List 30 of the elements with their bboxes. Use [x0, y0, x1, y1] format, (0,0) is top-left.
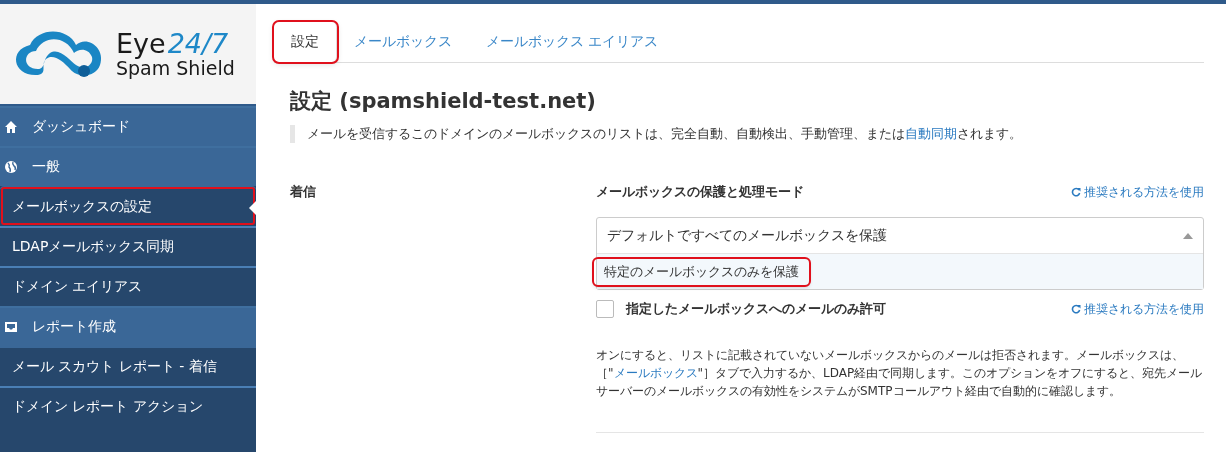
reset-link[interactable]: 推奨される方法を使用: [1071, 183, 1204, 201]
checkbox-label: 指定したメールボックスへのメールのみ許可: [626, 300, 887, 318]
caret-up-icon: [1183, 232, 1193, 239]
home-icon: [4, 120, 18, 134]
section-label: 着信: [290, 184, 316, 199]
select-value: デフォルトですべてのメールボックスを保護: [607, 226, 887, 245]
inbox-icon: [4, 320, 18, 334]
tab[interactable]: 設定: [274, 22, 337, 62]
sidebar-item[interactable]: レポート作成: [0, 306, 256, 346]
logo-accent: 24/7: [167, 30, 229, 57]
refresh-icon: [1071, 304, 1081, 314]
checkbox[interactable]: [596, 300, 614, 318]
sidebar-item[interactable]: ダッシュボード: [0, 106, 256, 146]
tab[interactable]: メールボックス: [337, 22, 469, 62]
mailbox-tab-link[interactable]: メールボックス: [613, 366, 698, 380]
logo-subtitle: Spam Shield: [116, 59, 235, 78]
page-title: 設定 (spamshield-test.net): [290, 88, 597, 115]
logo-text: Eye: [116, 30, 166, 57]
sidebar-item[interactable]: メールボックスの設定: [0, 186, 256, 226]
help-text: オンにすると、リストに記載されていないメールボックスからのメールは拒否されます。メールボックスは、［"メールボックス"］タブで入力するか、LDAP経由で同期します。このオプションをオフにすると、宛先メールサーバーのメールボックスの有効性をシステムがSMTPコールアウト経由で自動的に確認します。: [596, 347, 1204, 400]
globe-icon: [4, 160, 18, 174]
reset-link[interactable]: 推奨される方法を使用: [1071, 300, 1204, 318]
field-label: メールボックスの保護と処理モード: [596, 183, 804, 201]
tab[interactable]: メールボックス エイリアス: [469, 22, 676, 62]
dropdown-option[interactable]: 特定のメールボックスのみを保護: [594, 258, 809, 285]
refresh-icon: [1071, 187, 1081, 197]
description: メールを受信するこのドメインのメールボックスのリストは、完全自動、自動検出、手動管理、または自動同期 されます。: [307, 125, 1022, 143]
auto-sync-link[interactable]: 自動同期: [905, 126, 957, 141]
quote-bar: [290, 125, 295, 143]
sidebar-item[interactable]: 一般: [0, 146, 256, 186]
